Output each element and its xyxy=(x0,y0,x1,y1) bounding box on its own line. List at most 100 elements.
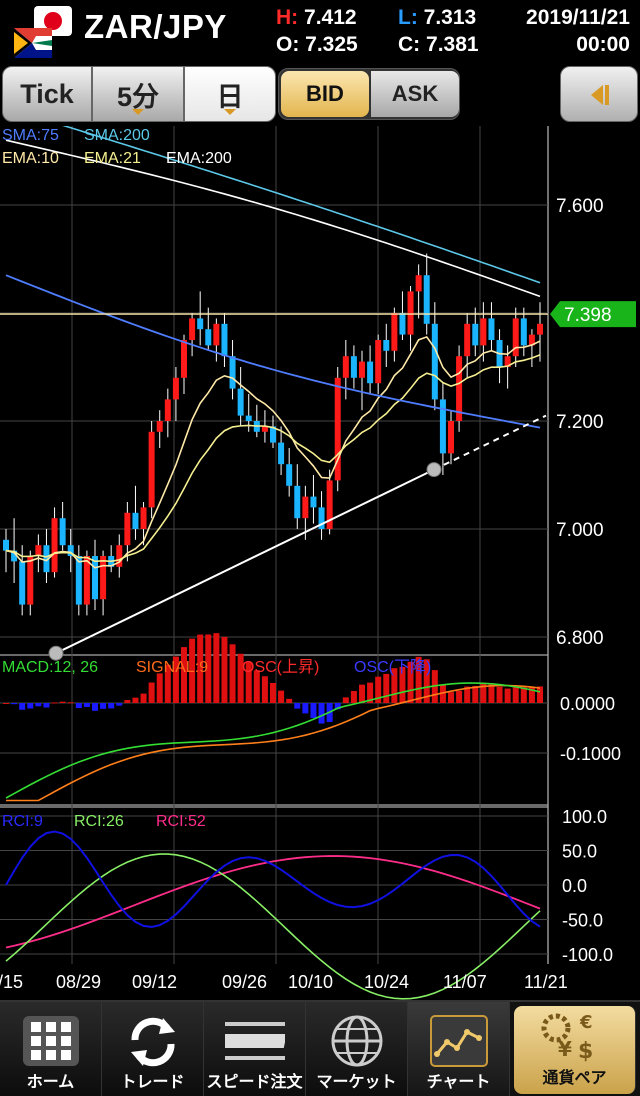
price-tick-label: 6.800 xyxy=(556,628,604,649)
price-tick-label: 7.200 xyxy=(556,412,604,433)
osc-bar-up xyxy=(132,697,139,703)
macd-indicator-legend: OSC(上昇) xyxy=(242,658,319,676)
open-quote: O: 7.325 xyxy=(276,33,358,57)
chart-canvas[interactable]: 7.398 7.600 7.200 7.000 6.800 0.0000 -0.1000 1… xyxy=(0,126,640,1000)
open-value: 7.325 xyxy=(305,33,358,56)
candle-up xyxy=(27,556,34,605)
macd-tick-label: -0.1000 xyxy=(560,744,621,764)
date-tick-label: 10/10 xyxy=(288,972,333,992)
chart-area[interactable]: 7.398 7.600 7.200 7.000 6.800 0.0000 -0.1000 1… xyxy=(0,126,640,1000)
candle-down xyxy=(237,388,244,416)
osc-bar-up xyxy=(3,703,9,704)
candle-down xyxy=(286,464,293,486)
candle-up xyxy=(35,545,42,556)
rci-indicator-legend: RCI:26 xyxy=(74,813,124,830)
candle-down xyxy=(431,323,438,400)
osc-bar-up xyxy=(67,702,74,704)
macd-tick-label: 0.0000 xyxy=(560,694,615,714)
candle-down xyxy=(132,512,139,529)
ema10-line xyxy=(5,335,541,569)
ask-button[interactable]: ASK xyxy=(371,71,459,117)
tab-home[interactable]: ホーム xyxy=(0,1002,102,1096)
osc-bar-down xyxy=(43,703,50,708)
date-tick-label: 11/07 xyxy=(443,972,487,992)
osc-bar-up xyxy=(448,692,454,703)
open-key: O: xyxy=(276,33,300,56)
tab-chart-label: チャート xyxy=(426,1074,491,1091)
speed-icon xyxy=(225,1022,285,1060)
refresh-icon xyxy=(131,1017,175,1067)
candle-down xyxy=(229,356,236,389)
collapse-panel-button[interactable] xyxy=(560,66,638,122)
osc-bar-down xyxy=(83,703,90,707)
date-tick-label: /15 xyxy=(0,972,23,992)
osc-bar-up xyxy=(221,636,228,703)
candle-down xyxy=(294,485,301,519)
currency-icon: € ¥ $ xyxy=(541,1012,593,1064)
osc-bar-up xyxy=(156,673,163,703)
price-indicator-legend: SMA:75 xyxy=(2,127,59,144)
bid-button[interactable]: BID xyxy=(281,71,369,117)
price-tick-label: 7.000 xyxy=(556,520,604,541)
candle-down xyxy=(75,556,82,605)
low-key: L: xyxy=(398,6,418,29)
osc-bar-up xyxy=(520,687,527,703)
rci-tick-label: 100.0 xyxy=(562,807,607,827)
osc-bar-up xyxy=(383,673,390,703)
candle-up xyxy=(464,323,471,357)
osc-bar-up xyxy=(342,697,349,703)
osc-bar-up xyxy=(456,690,463,703)
timeframe-tick-button[interactable]: Tick xyxy=(2,66,92,122)
close-key: C: xyxy=(398,33,421,56)
tab-market-label: マーケット xyxy=(316,1074,397,1091)
candle-down xyxy=(310,496,317,508)
candle-down xyxy=(3,539,9,551)
arrow-left-icon xyxy=(591,85,609,105)
rci52-line xyxy=(5,855,541,949)
osc-bar-up xyxy=(124,700,131,703)
candle-down xyxy=(245,415,252,421)
osc-bar-up xyxy=(51,702,58,704)
high-quote: H: 7.412 xyxy=(276,6,357,30)
osc-bar-down xyxy=(116,703,123,706)
candle-down xyxy=(19,561,26,605)
candle-up xyxy=(213,323,220,346)
tab-currency-pair[interactable]: € ¥ $ 通貨ペア xyxy=(514,1006,636,1094)
grid-icon xyxy=(23,1016,79,1066)
candle-down xyxy=(92,556,98,600)
osc-bar-up xyxy=(472,685,479,703)
candle-up xyxy=(124,512,131,546)
tab-market[interactable]: マーケット xyxy=(306,1002,408,1096)
tab-trade[interactable]: トレード xyxy=(102,1002,204,1096)
candle-up xyxy=(140,507,147,529)
svg-text:$: $ xyxy=(578,1039,593,1064)
timeframe-day-button[interactable]: 日 xyxy=(184,66,276,122)
osc-bar-up xyxy=(512,685,519,703)
candle-down xyxy=(472,323,479,346)
osc-bar-up xyxy=(59,701,66,703)
low-quote: L: 7.313 xyxy=(398,6,476,30)
high-value: 7.412 xyxy=(304,6,357,29)
timeframe-5min-button[interactable]: 5分 xyxy=(92,66,184,122)
tab-chart[interactable]: チャート xyxy=(408,1002,510,1096)
osc-bar-up xyxy=(229,644,236,703)
rci-tick-label: -100.0 xyxy=(562,945,613,965)
osc-bar-up xyxy=(286,698,293,703)
osc-bar-up xyxy=(350,690,357,703)
candle-up xyxy=(537,323,543,335)
rci-tick-label: 50.0 xyxy=(562,842,597,862)
tab-speed-order[interactable]: スピード注文 xyxy=(204,1002,306,1096)
candle-down xyxy=(278,442,285,465)
osc-bar-up xyxy=(213,633,220,703)
candle-down xyxy=(383,340,390,351)
osc-bar-down xyxy=(108,703,115,709)
quote-time: 00:00 xyxy=(576,33,630,56)
osc-bar-down xyxy=(302,703,309,714)
candle-down xyxy=(221,323,228,357)
price-indicator-legend: EMA:200 xyxy=(166,150,232,167)
candle-down xyxy=(520,318,527,346)
tab-home-label: ホーム xyxy=(26,1074,75,1091)
price-indicator-legend: SMA:200 xyxy=(84,127,150,144)
candle-up xyxy=(359,361,365,378)
candle-up xyxy=(415,275,422,292)
